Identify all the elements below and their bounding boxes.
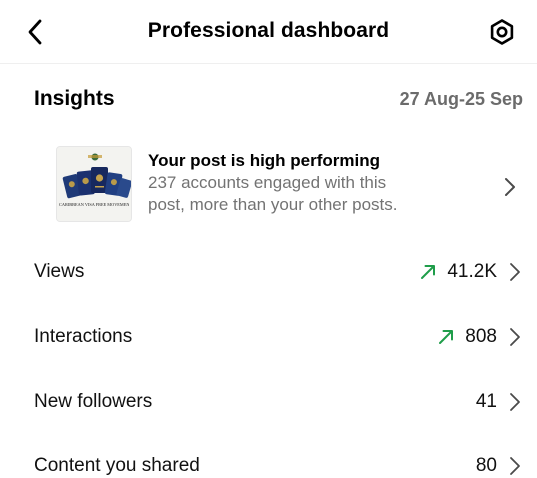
page-title: Professional dashboard xyxy=(147,19,390,42)
metric-value: 808 xyxy=(465,326,497,347)
metric-value: 80 xyxy=(475,455,497,476)
post-thumbnail: CARIBBEAN VISA FREE MOVEMENT xyxy=(56,146,132,222)
post-headline: Your post is high performing xyxy=(148,151,381,170)
metric-value-group: 80 xyxy=(476,455,521,477)
thumbnail-caption: CARIBBEAN VISA FREE MOVEMENT xyxy=(59,202,129,207)
metric-row-views[interactable]: Views 41.2K xyxy=(34,252,521,292)
professional-dashboard-screen: Professional dashboard Insights 27 Aug-2… xyxy=(0,0,537,478)
high-performing-post-card[interactable]: CARIBBEAN VISA FREE MOVEMENT Your post i… xyxy=(54,146,523,224)
trend-up-arrow-icon xyxy=(421,265,436,279)
metric-value-group: 808 xyxy=(437,326,521,348)
post-description-line2: post, more than your other posts. xyxy=(148,195,398,214)
metric-row-interactions[interactable]: Interactions 808 xyxy=(34,317,521,357)
date-range[interactable]: 27 Aug-25 Sep xyxy=(400,89,523,110)
chevron-right-icon xyxy=(510,263,520,281)
insights-title: Insights xyxy=(34,87,115,110)
passport-image-icon xyxy=(57,147,131,221)
metric-row-content-shared[interactable]: Content you shared 80 xyxy=(34,446,521,478)
chevron-right-icon xyxy=(510,328,520,346)
metric-value-group: 41.2K xyxy=(419,261,521,283)
metric-label: Interactions xyxy=(34,326,133,347)
trend-up-arrow-icon xyxy=(439,330,454,344)
settings-button[interactable] xyxy=(487,17,517,47)
insights-header: Insights 27 Aug-25 Sep xyxy=(34,85,523,113)
metric-row-new-followers[interactable]: New followers 41 xyxy=(34,382,521,422)
metric-label: Views xyxy=(34,261,85,282)
metric-value: 41 xyxy=(475,391,497,412)
metric-value-group: 41 xyxy=(476,391,521,413)
chevron-right-icon xyxy=(510,393,520,411)
post-description-line1: 237 accounts engaged with this xyxy=(148,173,387,192)
metric-label: Content you shared xyxy=(34,455,200,476)
metric-label: New followers xyxy=(34,391,153,412)
top-bar: Professional dashboard xyxy=(0,0,537,64)
post-card-text: Your post is high performing 237 account… xyxy=(148,150,475,216)
gear-icon xyxy=(490,19,514,45)
chevron-right-icon xyxy=(505,178,515,196)
chevron-right-icon xyxy=(510,457,520,475)
metric-value: 41.2K xyxy=(447,261,497,282)
